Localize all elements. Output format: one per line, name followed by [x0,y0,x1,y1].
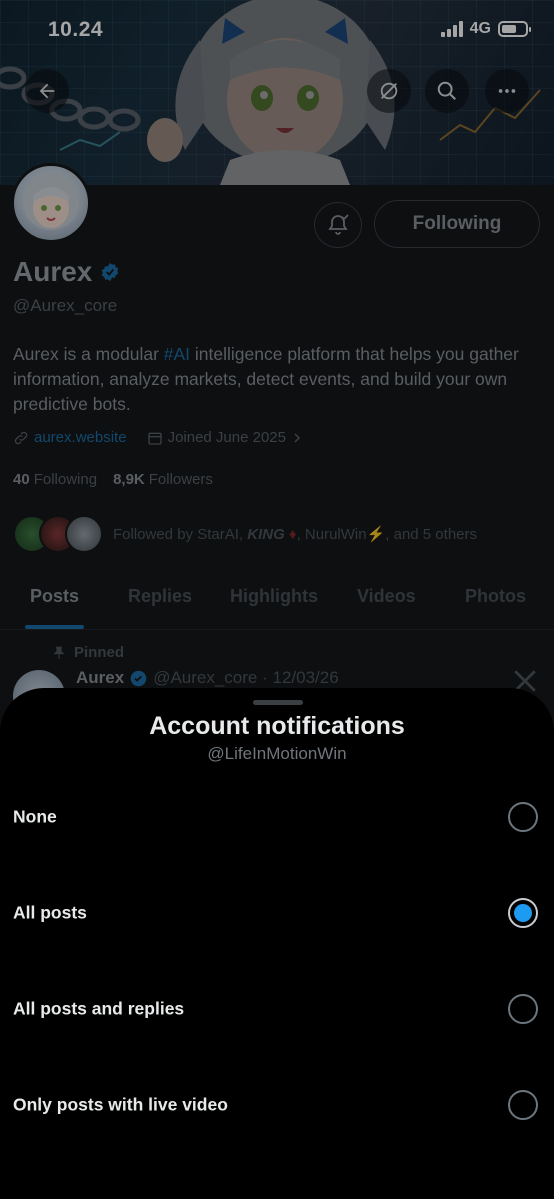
option-live-video[interactable]: Only posts with live video [0,1069,554,1141]
radio-button-selected[interactable] [508,898,538,928]
option-label: None [13,806,57,827]
radio-button[interactable] [508,1090,538,1120]
radio-button[interactable] [508,994,538,1024]
account-notifications-sheet: Account notifications @LifeInMotionWin N… [0,688,554,1199]
option-all-posts-and-replies[interactable]: All posts and replies [0,973,554,1045]
option-label: All posts and replies [13,998,185,1019]
option-all-posts[interactable]: All posts [0,877,554,949]
option-label: All posts [13,902,87,923]
sheet-title: Account notifications [149,712,405,740]
sheet-subtitle: @LifeInMotionWin [207,744,347,763]
sheet-grabber-handle[interactable] [253,700,303,705]
option-label: Only posts with live video [13,1094,228,1115]
radio-button[interactable] [508,802,538,832]
option-none[interactable]: None [0,781,554,853]
